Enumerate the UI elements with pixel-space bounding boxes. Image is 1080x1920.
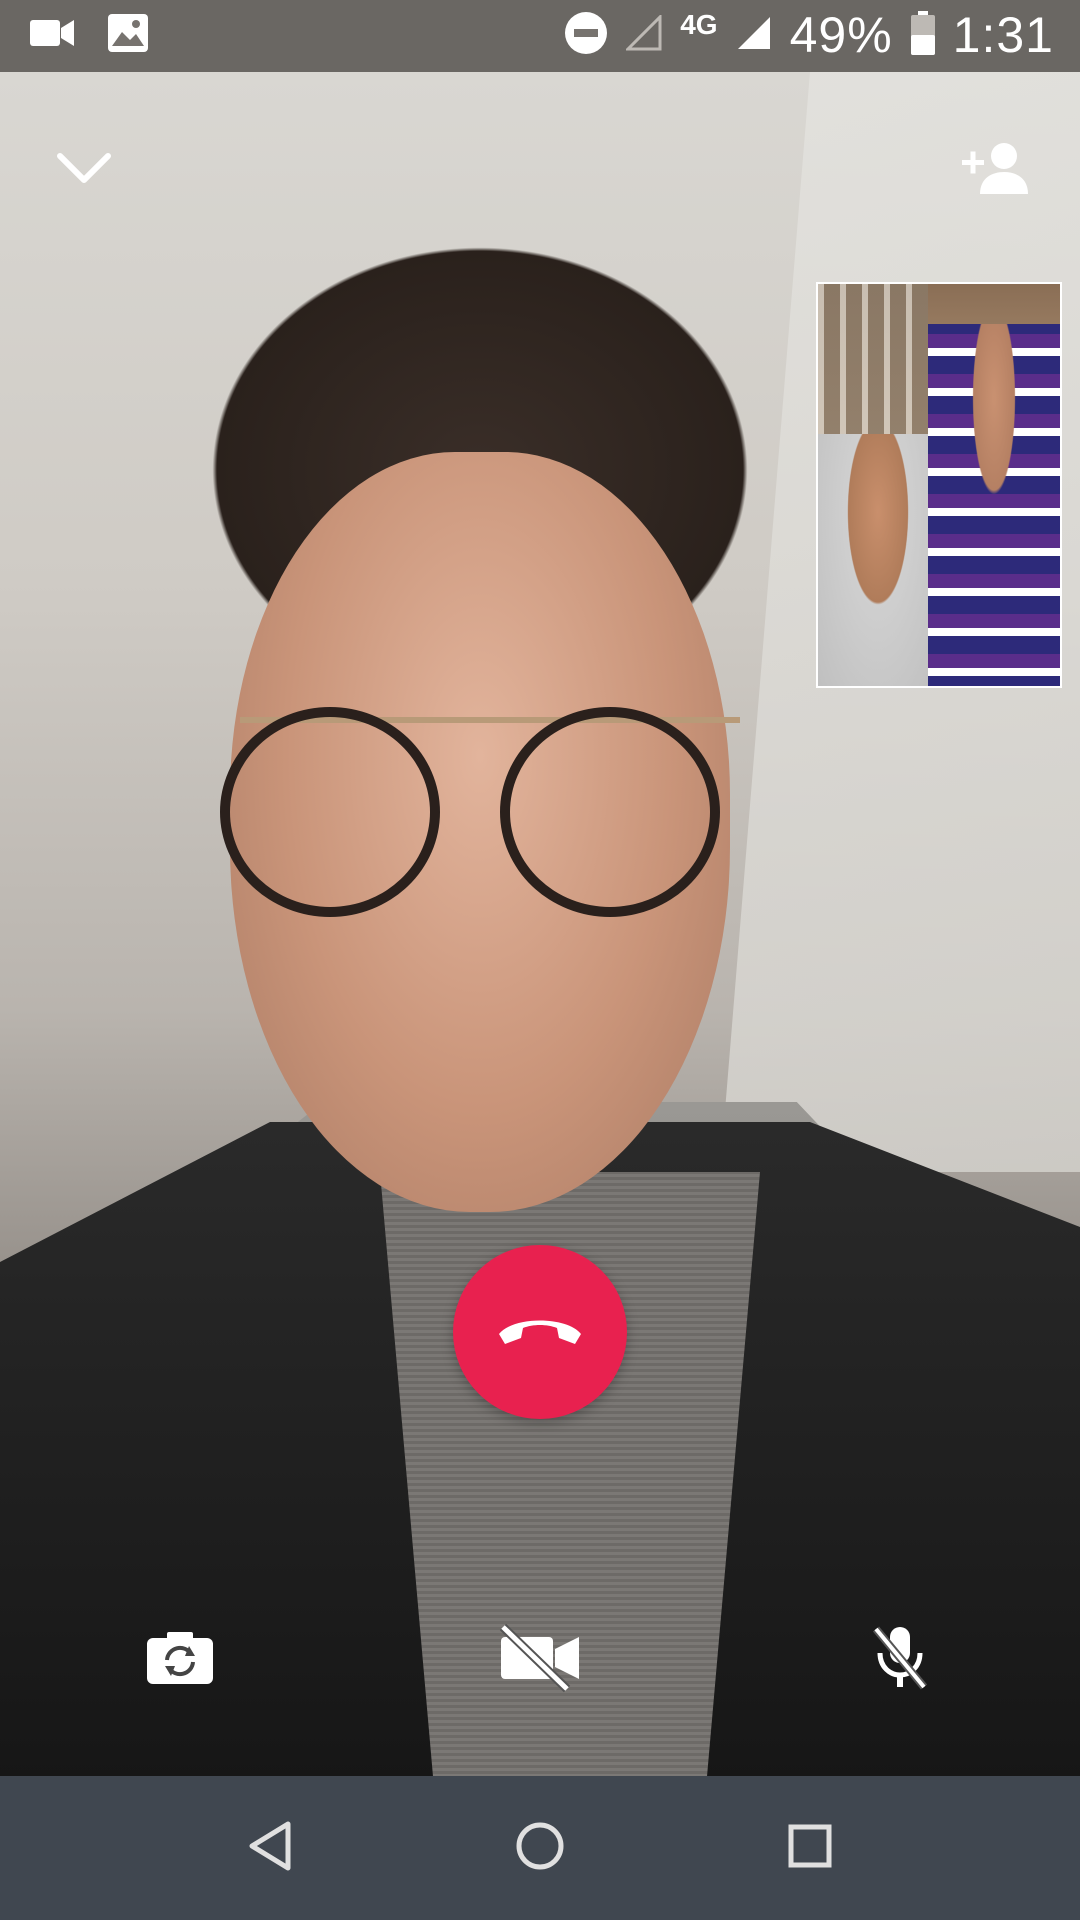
self-preview-window — [818, 284, 928, 434]
minimize-call-button[interactable] — [44, 130, 124, 210]
camera-switch-icon — [145, 1630, 215, 1691]
signal-icon — [736, 15, 772, 56]
navigation-bar — [0, 1776, 1080, 1920]
image-icon — [108, 14, 148, 57]
video-camera-icon — [30, 18, 74, 53]
status-bar: 4G 49% 1:31 — [0, 0, 1080, 72]
mute-button[interactable] — [850, 1620, 950, 1700]
back-icon — [246, 1820, 294, 1877]
do-not-disturb-icon — [564, 11, 608, 60]
recents-button[interactable] — [770, 1808, 850, 1888]
switch-camera-button[interactable] — [130, 1620, 230, 1700]
mic-off-icon — [870, 1623, 930, 1698]
battery-icon — [910, 10, 935, 60]
home-icon — [514, 1820, 566, 1877]
glasses-right-lens — [500, 707, 720, 917]
video-call-screen: 4G 49% 1:31 — [0, 0, 1080, 1920]
self-preview-person-2 — [928, 324, 1060, 686]
end-call-button[interactable] — [453, 1245, 627, 1419]
video-off-icon — [495, 1623, 585, 1698]
video-off-button[interactable] — [490, 1620, 590, 1700]
battery-percent: 49% — [789, 7, 893, 63]
clock: 1:31 — [952, 7, 1054, 63]
phone-hangup-icon — [495, 1310, 585, 1355]
glasses-left-lens — [220, 707, 440, 917]
add-person-icon — [958, 140, 1034, 201]
no-signal-icon — [624, 12, 662, 56]
network-type-label: 4G — [680, 9, 718, 40]
chevron-down-icon — [54, 148, 114, 193]
home-button[interactable] — [500, 1808, 580, 1888]
self-preview-person-1 — [818, 434, 938, 686]
add-participant-button[interactable] — [956, 130, 1036, 210]
self-preview-video[interactable] — [816, 282, 1062, 688]
recents-icon — [787, 1823, 833, 1874]
back-button[interactable] — [230, 1808, 310, 1888]
